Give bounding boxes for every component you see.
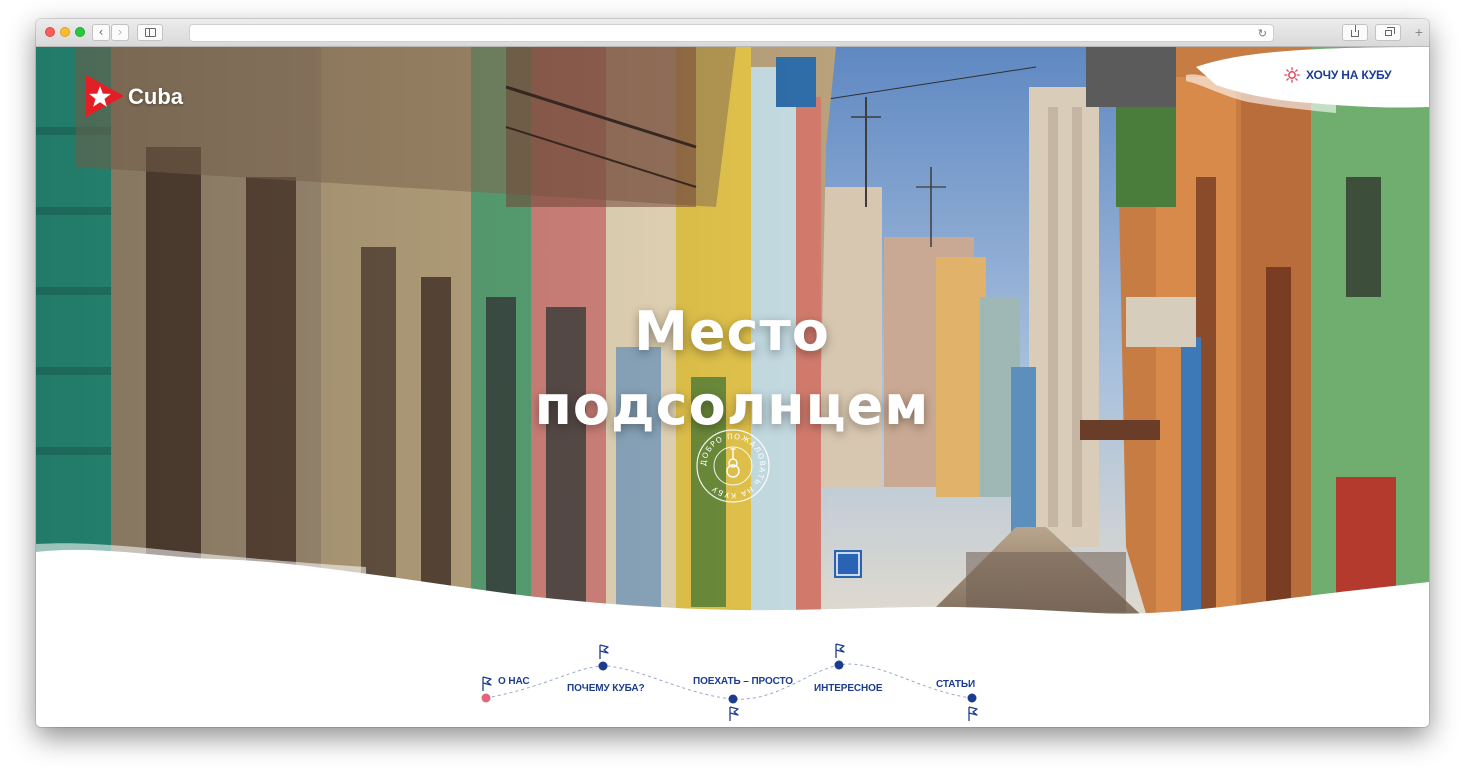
sidebar-toggle-button[interactable] — [137, 24, 163, 41]
nav-link-about[interactable]: О НАС — [498, 676, 530, 687]
web-page: Cuba ХОЧУ НА КУБУ Место подсолнцем ДОБРО… — [36, 47, 1429, 727]
flag-icon — [968, 706, 978, 721]
nav-link-why-cuba[interactable]: ПОЧЕМУ КУБА? — [567, 683, 645, 694]
back-button[interactable]: ‹ — [92, 24, 110, 41]
share-button[interactable] — [1342, 24, 1368, 41]
forward-button[interactable]: › — [111, 24, 129, 41]
new-tab-button[interactable]: + — [1409, 24, 1429, 41]
show-tabs-button[interactable] — [1375, 24, 1401, 41]
route-dot-about[interactable] — [481, 693, 491, 703]
flag-icon — [835, 643, 845, 658]
flag-icon — [599, 644, 609, 659]
nav-link-articles[interactable]: СТАТЬИ — [936, 679, 975, 690]
reload-icon[interactable]: ↻ — [1258, 25, 1267, 42]
route-dot-why-cuba[interactable] — [598, 661, 608, 671]
route-dot-articles[interactable] — [967, 693, 977, 703]
browser-toolbar: ‹ › ↻ + — [36, 19, 1429, 47]
close-window-button[interactable] — [45, 27, 55, 37]
share-icon — [1351, 25, 1359, 37]
address-bar[interactable]: ↻ — [189, 24, 1274, 42]
browser-window: ‹ › ↻ + Cuba ХОЧУ НА КУБУ Место подсолнц… — [36, 19, 1429, 727]
route-dot-interesting[interactable] — [834, 660, 844, 670]
nav-link-interesting[interactable]: ИНТЕРЕСНОЕ — [814, 683, 883, 694]
tabs-icon — [1385, 27, 1395, 36]
flag-icon — [482, 676, 492, 691]
nav-link-travel-easy[interactable]: ПОЕХАТЬ – ПРОСТО — [693, 676, 793, 687]
minimize-window-button[interactable] — [60, 27, 70, 37]
flag-icon — [729, 706, 739, 721]
sidebar-icon — [145, 28, 156, 37]
route-navigation-path — [481, 643, 978, 721]
zoom-window-button[interactable] — [75, 27, 85, 37]
route-dot-travel-easy[interactable] — [728, 694, 738, 704]
